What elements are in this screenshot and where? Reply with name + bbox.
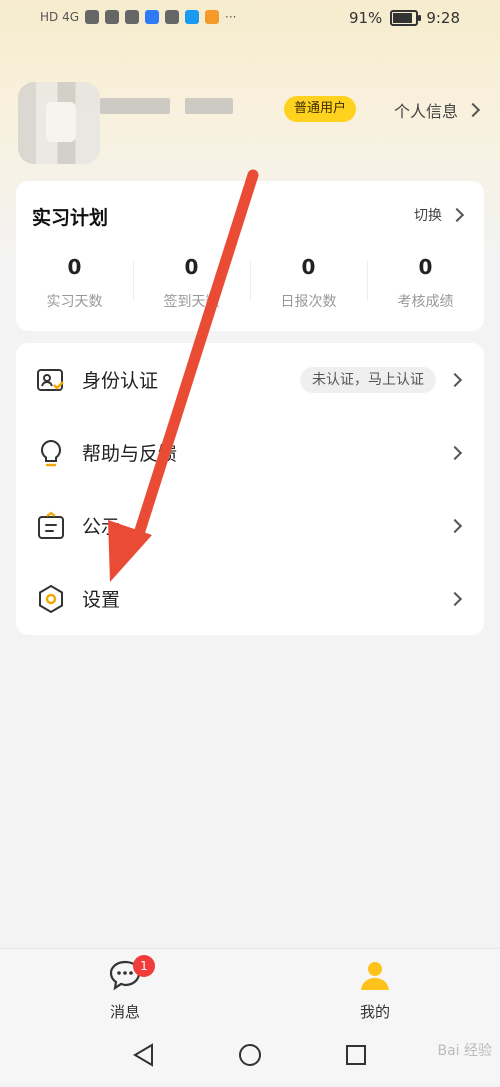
chevron-right-icon xyxy=(449,207,465,223)
stat-assessment-score[interactable]: 0 考核成绩 xyxy=(367,255,484,311)
personal-info-label: 个人信息 xyxy=(393,102,458,121)
person-icon xyxy=(361,962,389,990)
bottom-nav: 1 消息 我的 xyxy=(0,948,500,1031)
status-icons-left: HD 4G ··· xyxy=(40,10,236,24)
status-icons-right: 91% 9:28 xyxy=(349,9,460,27)
blurred-username xyxy=(100,98,170,114)
stat-label: 日报次数 xyxy=(280,294,337,310)
plan-switch-label: 切换 xyxy=(414,208,442,224)
stat-checkin-days[interactable]: 0 签到天数 xyxy=(133,255,250,311)
id-card-icon xyxy=(37,368,64,391)
menu-item-settings[interactable]: 设置 xyxy=(16,562,484,635)
battery-icon xyxy=(390,10,422,26)
unread-badge: 1 xyxy=(133,955,155,977)
back-icon[interactable] xyxy=(133,1043,153,1067)
wifi-icon xyxy=(105,10,120,24)
stat-daily-reports[interactable]: 0 日报次数 xyxy=(250,255,367,311)
stat-label: 签到天数 xyxy=(163,294,220,310)
stat-internship-days[interactable]: 0 实习天数 xyxy=(16,255,133,311)
profile-header: 普通用户 个人信息 xyxy=(0,70,500,170)
stat-label: 实习天数 xyxy=(46,294,103,310)
signal-icon xyxy=(85,10,100,24)
shield-icon xyxy=(125,10,140,24)
recents-icon[interactable] xyxy=(346,1045,366,1065)
menu-item-label: 设置 xyxy=(82,589,121,611)
nav-me[interactable]: 我的 xyxy=(315,959,435,1022)
stat-value: 0 xyxy=(301,255,316,279)
watermark: Bai 经验 xyxy=(437,1043,492,1059)
menu-item-label: 身份认证 xyxy=(82,370,159,392)
verification-status-tag[interactable]: 未认证，马上认证 xyxy=(300,366,436,393)
network-indicator: HD 4G xyxy=(40,10,80,24)
chevron-right-icon xyxy=(447,372,463,387)
battery-percent: 91% xyxy=(348,9,383,27)
menu-card: 身份认证 未认证，马上认证 帮助与反馈 公示 设置 xyxy=(16,343,484,635)
stat-value: 0 xyxy=(67,255,82,279)
chevron-right-icon xyxy=(447,518,463,533)
internship-plan-card: 实习计划 切换 0 实习天数 0 签到天数 0 日报次数 0 考核成绩 xyxy=(16,181,484,331)
status-bar: HD 4G ··· 91% 9:28 xyxy=(0,0,500,38)
plan-stats: 0 实习天数 0 签到天数 0 日报次数 0 考核成绩 xyxy=(16,255,484,311)
system-nav-buttons xyxy=(133,1043,366,1067)
menu-item-help-feedback[interactable]: 帮助与反馈 xyxy=(16,416,484,489)
chevron-right-icon xyxy=(465,102,481,118)
nav-messages[interactable]: 1 消息 xyxy=(65,955,185,1022)
menu-item-notice[interactable]: 公示 xyxy=(16,489,484,562)
menu-item-label: 帮助与反馈 xyxy=(82,443,178,465)
more-notifications: ··· xyxy=(225,10,237,24)
lightbulb-icon xyxy=(40,439,62,466)
stat-value: 0 xyxy=(418,255,433,279)
clock: 9:28 xyxy=(426,9,460,27)
nav-me-label: 我的 xyxy=(359,1003,390,1021)
plan-switch-button[interactable]: 切换 xyxy=(414,205,465,225)
user-type-badge: 普通用户 xyxy=(284,96,357,122)
notice-board-icon xyxy=(38,511,64,539)
menu-item-label: 公示 xyxy=(82,516,121,538)
search-app-icon xyxy=(145,10,160,24)
chevron-right-icon xyxy=(447,591,463,606)
settings-hexagon-icon xyxy=(39,584,63,613)
blurred-username-part xyxy=(185,98,233,114)
bulb-app-icon xyxy=(185,10,200,24)
system-nav-bar xyxy=(0,1030,500,1083)
personal-info-link[interactable]: 个人信息 xyxy=(393,98,481,122)
nav-messages-label: 消息 xyxy=(109,1003,140,1021)
stat-label: 考核成绩 xyxy=(397,294,454,310)
home-icon[interactable] xyxy=(239,1044,261,1066)
chevron-right-icon xyxy=(447,445,463,460)
plan-title: 实习计划 xyxy=(32,207,109,229)
video-app-icon xyxy=(205,10,220,24)
translate-icon xyxy=(165,10,180,24)
avatar[interactable] xyxy=(18,82,100,164)
stat-value: 0 xyxy=(184,255,199,279)
menu-item-identity[interactable]: 身份认证 未认证，马上认证 xyxy=(16,343,484,416)
